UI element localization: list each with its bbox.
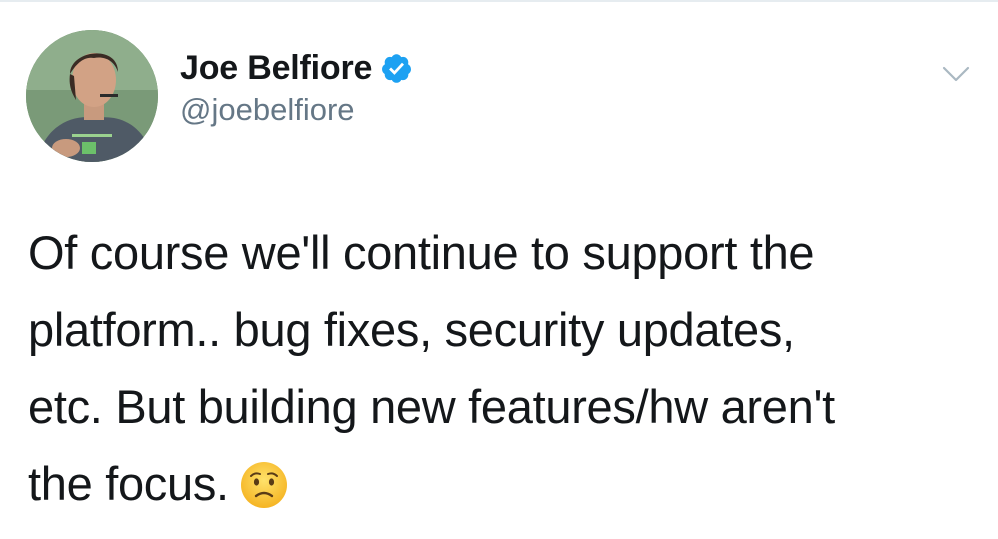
verified-badge-icon [382, 53, 412, 83]
tweet-card: Joe Belfiore @joebelfiore Of course we'l… [0, 0, 998, 539]
display-name[interactable]: Joe Belfiore [180, 49, 372, 88]
tweet-line: Of course we'll continue to support the [28, 226, 815, 279]
chevron-down-icon[interactable] [940, 62, 972, 86]
tweet-text: Of course we'll continue to support the … [28, 214, 978, 522]
divider [0, 0, 998, 2]
tweet-line: platform.. bug fixes, security updates, [28, 303, 795, 356]
worried-face-emoji-icon [240, 461, 287, 508]
tweet-line-last: the focus. [28, 445, 978, 522]
handle[interactable]: @joebelfiore [180, 92, 413, 128]
tweet-line: etc. But building new features/hw aren't [28, 380, 835, 433]
author-block: Joe Belfiore @joebelfiore [180, 46, 413, 128]
tweet-line: the focus. [28, 457, 229, 510]
name-row: Joe Belfiore [180, 46, 413, 90]
avatar[interactable] [26, 30, 158, 162]
